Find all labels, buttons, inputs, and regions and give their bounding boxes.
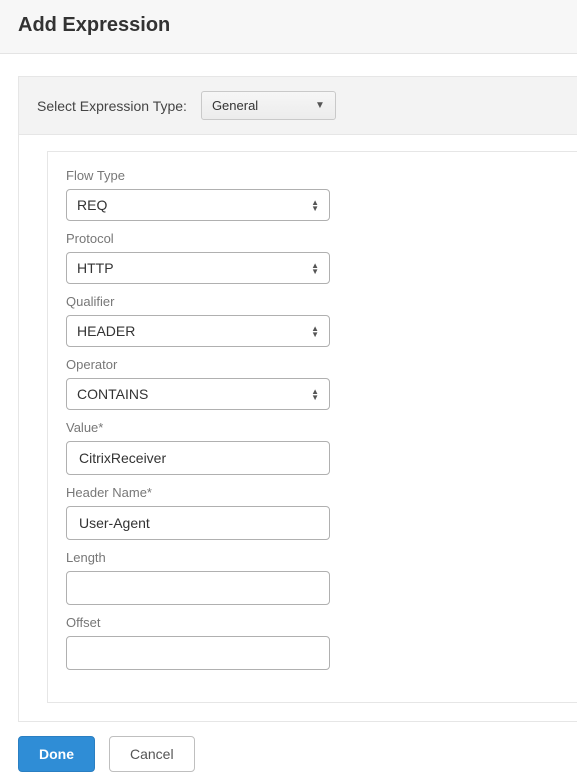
- sort-icon: ▲▼: [311, 263, 319, 274]
- flow-type-label: Flow Type: [66, 168, 577, 183]
- expression-type-label: Select Expression Type:: [37, 98, 187, 114]
- value-label: Value*: [66, 420, 577, 435]
- operator-value: CONTAINS: [77, 386, 148, 402]
- qualifier-label: Qualifier: [66, 294, 577, 309]
- protocol-label: Protocol: [66, 231, 577, 246]
- sort-icon: ▲▼: [311, 200, 319, 211]
- offset-label: Offset: [66, 615, 577, 630]
- expression-type-row: Select Expression Type: General ▼: [19, 77, 577, 135]
- value-field: Value*: [66, 420, 577, 475]
- header-name-input[interactable]: [77, 514, 319, 532]
- length-input-wrap: [66, 571, 330, 605]
- cancel-button[interactable]: Cancel: [109, 736, 195, 772]
- sort-icon: ▲▼: [311, 389, 319, 400]
- page-title: Add Expression: [18, 14, 559, 37]
- expression-type-value: General: [212, 98, 258, 113]
- operator-label: Operator: [66, 357, 577, 372]
- fields-panel: Flow Type REQ ▲▼ Protocol HTTP ▲▼ Qualif…: [47, 151, 577, 703]
- offset-input[interactable]: [77, 644, 319, 662]
- value-input-wrap: [66, 441, 330, 475]
- operator-select[interactable]: CONTAINS ▲▼: [66, 378, 330, 410]
- protocol-value: HTTP: [77, 260, 114, 276]
- qualifier-select[interactable]: HEADER ▲▼: [66, 315, 330, 347]
- protocol-select[interactable]: HTTP ▲▼: [66, 252, 330, 284]
- sort-icon: ▲▼: [311, 326, 319, 337]
- length-field: Length: [66, 550, 577, 605]
- header-name-field: Header Name*: [66, 485, 577, 540]
- protocol-field: Protocol HTTP ▲▼: [66, 231, 577, 284]
- flow-type-value: REQ: [77, 197, 107, 213]
- header-name-label: Header Name*: [66, 485, 577, 500]
- header-name-input-wrap: [66, 506, 330, 540]
- expression-type-select[interactable]: General ▼: [201, 91, 336, 120]
- button-row: Done Cancel: [18, 736, 577, 772]
- value-input[interactable]: [77, 449, 319, 467]
- done-button[interactable]: Done: [18, 736, 95, 772]
- qualifier-value: HEADER: [77, 323, 135, 339]
- chevron-down-icon: ▼: [315, 100, 325, 111]
- qualifier-field: Qualifier HEADER ▲▼: [66, 294, 577, 347]
- offset-field: Offset: [66, 615, 577, 670]
- length-input[interactable]: [77, 579, 319, 597]
- title-bar: Add Expression: [0, 0, 577, 54]
- operator-field: Operator CONTAINS ▲▼: [66, 357, 577, 410]
- flow-type-select[interactable]: REQ ▲▼: [66, 189, 330, 221]
- offset-input-wrap: [66, 636, 330, 670]
- expression-panel: Select Expression Type: General ▼ Flow T…: [18, 76, 577, 722]
- length-label: Length: [66, 550, 577, 565]
- flow-type-field: Flow Type REQ ▲▼: [66, 168, 577, 221]
